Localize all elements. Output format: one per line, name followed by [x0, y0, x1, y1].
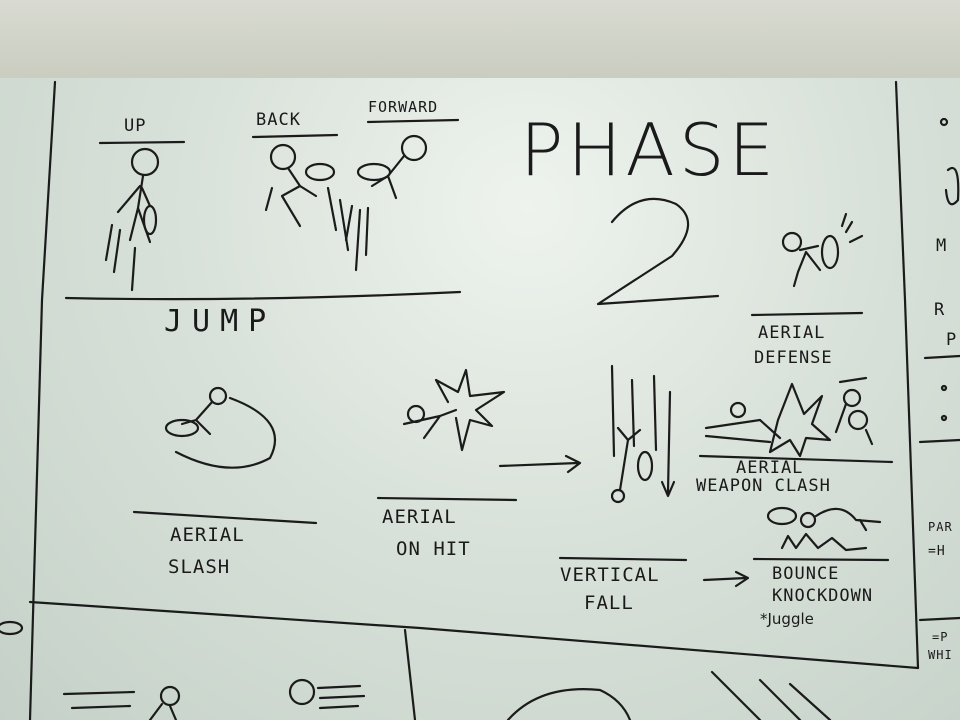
aerial-defense-underline [750, 311, 864, 317]
jump-label: JUMP [164, 304, 277, 339]
right-panel-divider-1 [923, 354, 960, 360]
phase-number: 2 [606, 180, 686, 319]
back-label: BACK [256, 110, 301, 130]
aerial-on-hit-label-1: AERIAL [382, 506, 457, 528]
lower-mid-lines [316, 684, 366, 710]
left-edge-figure [0, 620, 24, 636]
vertical-fall-underline [558, 556, 688, 562]
bounce-knockdown-label-1: BOUNCE [772, 564, 840, 584]
arrow-to-bounce [702, 570, 750, 588]
vertical-fall-figure [610, 364, 676, 504]
back-underline [251, 133, 339, 139]
lower-mid-figure [288, 678, 316, 706]
up-figure [104, 147, 160, 292]
aerial-slash-figure [164, 386, 276, 469]
lower-left-figure [148, 702, 178, 720]
juggle-note: *Juggle [760, 610, 814, 628]
lower-left-head [159, 685, 181, 707]
aerial-weapon-clash-label-2: WEAPON CLASH [696, 476, 831, 496]
right-frag-eq-p: =P [932, 630, 949, 644]
right-frag-r: R [934, 300, 946, 320]
arrow-to-fall [498, 454, 582, 474]
right-panel-scribble [944, 167, 960, 206]
board-right-divider [894, 80, 920, 670]
right-panel-divider-3 [918, 616, 960, 622]
aerial-weapon-clash-label-1: AERIAL [736, 458, 804, 478]
up-underline [98, 140, 186, 145]
bounce-knockdown-underline [752, 557, 890, 562]
aerial-slash-label-2: SLASH [168, 556, 231, 578]
aerial-on-hit-underline [376, 496, 518, 502]
jump-ground-line [64, 290, 462, 301]
bounce-knockdown-label-2: KNOCKDOWN [772, 586, 874, 606]
right-frag-p: P [946, 330, 958, 350]
aerial-weapon-clash-figures [704, 376, 874, 458]
aerial-on-hit-figure [402, 368, 506, 452]
board-left-border [28, 80, 57, 720]
aerial-on-hit-label-2: ON HIT [396, 538, 471, 560]
right-frag-whi: WHI [928, 648, 953, 662]
forward-label: FORWARD [368, 98, 439, 116]
vertical-fall-label-2: FALL [584, 592, 634, 614]
right-panel-divider-2 [918, 438, 960, 444]
bounce-knockdown-figure [766, 506, 882, 552]
right-frag-par: PAR [928, 520, 953, 534]
right-frag-m: M [936, 236, 948, 256]
vertical-fall-label-1: VERTICAL [560, 564, 660, 586]
aerial-defense-label-1: AERIAL [758, 323, 826, 343]
forward-underline [366, 118, 460, 124]
aerial-defense-figure [781, 212, 864, 288]
back-figure [264, 143, 350, 252]
up-label: UP [124, 116, 147, 136]
lower-left-lines [62, 690, 136, 710]
forward-figure [344, 134, 428, 272]
right-panel-marks [939, 117, 949, 422]
right-frag-h: =H [928, 544, 946, 559]
lower-arc [506, 688, 632, 720]
board-lower-divider [403, 628, 417, 720]
aerial-defense-label-2: DEFENSE [754, 348, 833, 368]
lower-right-strokes [710, 670, 832, 720]
aerial-slash-label-1: AERIAL [170, 524, 245, 546]
aerial-slash-underline [132, 510, 318, 525]
